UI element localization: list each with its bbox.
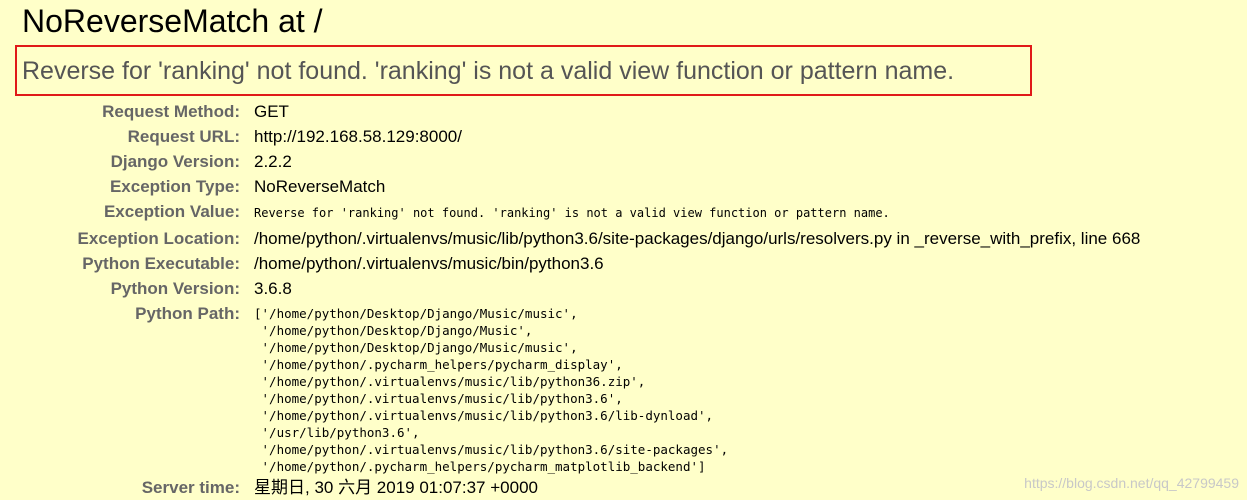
python-version-value: 3.6.8 — [254, 279, 292, 298]
python-path-list: ['/home/python/Desktop/Django/Music/musi… — [254, 305, 1140, 475]
exception-type-label: Exception Type: — [109, 177, 240, 196]
python-path-line: '/home/python/.virtualenvs/music/lib/pyt… — [254, 374, 646, 389]
meta-row-python-version: Python Version: 3.6.8 — [0, 276, 1140, 301]
python-version-label: Python Version: — [110, 279, 240, 298]
django-version-value: 2.2.2 — [254, 152, 292, 171]
meta-row-python-path: Python Path: ['/home/python/Desktop/Djan… — [0, 301, 1140, 475]
meta-row-request-url: Request URL: http://192.168.58.129:8000/ — [0, 124, 1140, 149]
page-title: NoReverseMatch at / — [22, 3, 323, 39]
request-meta-table: Request Method: GET Request URL: http://… — [0, 99, 1141, 500]
exception-location-label: Exception Location: — [77, 229, 240, 248]
watermark: https://blog.csdn.net/qq_42799459 — [1024, 475, 1239, 491]
meta-row-django-version: Django Version: 2.2.2 — [0, 149, 1140, 174]
python-path-line: '/home/python/Desktop/Django/Music/music… — [254, 340, 578, 355]
exception-value-cell: Reverse for 'ranking' not found. 'rankin… — [254, 199, 1140, 226]
python-executable-value: /home/python/.virtualenvs/music/bin/pyth… — [254, 254, 604, 273]
python-path-line: '/home/python/.virtualenvs/music/lib/pyt… — [254, 442, 729, 457]
server-time-value: 星期日, 30 六月 2019 01:07:37 +0000 — [254, 478, 538, 497]
request-method-value: GET — [254, 102, 289, 121]
request-method-label: Request Method: — [102, 102, 240, 121]
django-version-label: Django Version: — [110, 152, 240, 171]
meta-row-server-time: Server time: 星期日, 30 六月 2019 01:07:37 +0… — [0, 475, 1140, 500]
exception-type-value: NoReverseMatch — [254, 177, 386, 196]
python-path-line: '/home/python/.virtualenvs/music/lib/pyt… — [254, 408, 714, 423]
server-time-label: Server time: — [141, 478, 240, 497]
python-path-line: '/usr/lib/python3.6', — [254, 425, 420, 440]
meta-row-exception-location: Exception Location: /home/python/.virtua… — [0, 226, 1141, 251]
python-path-line: '/home/python/.virtualenvs/music/lib/pyt… — [254, 391, 623, 406]
request-url-value: http://192.168.58.129:8000/ — [254, 127, 462, 146]
python-path-line: '/home/python/.pycharm_helpers/pycharm_d… — [254, 357, 623, 372]
python-path-value: ['/home/python/Desktop/Django/Music/musi… — [254, 301, 1140, 475]
python-path-line: '/home/python/Desktop/Django/Music', — [254, 323, 533, 338]
exception-location-value: /home/python/.virtualenvs/music/lib/pyth… — [254, 229, 1141, 248]
python-executable-label: Python Executable: — [82, 254, 240, 273]
request-url-label: Request URL: — [127, 127, 240, 146]
exception-value-label: Exception Value: — [103, 202, 240, 221]
meta-row-exception-type: Exception Type: NoReverseMatch — [0, 174, 1140, 199]
python-path-line: '/home/python/.pycharm_helpers/pycharm_m… — [254, 459, 706, 474]
exception-value-text: Reverse for 'ranking' not found. 'rankin… — [254, 206, 890, 220]
exception-value-heading: Reverse for 'ranking' not found. 'rankin… — [22, 57, 955, 85]
meta-row-python-executable: Python Executable: /home/python/.virtual… — [0, 251, 1140, 276]
meta-row-request-method: Request Method: GET — [0, 99, 1140, 124]
python-path-label: Python Path: — [135, 304, 240, 323]
meta-row-exception-value: Exception Value: Reverse for 'ranking' n… — [0, 199, 1140, 226]
python-path-line: ['/home/python/Desktop/Django/Music/musi… — [254, 306, 578, 321]
